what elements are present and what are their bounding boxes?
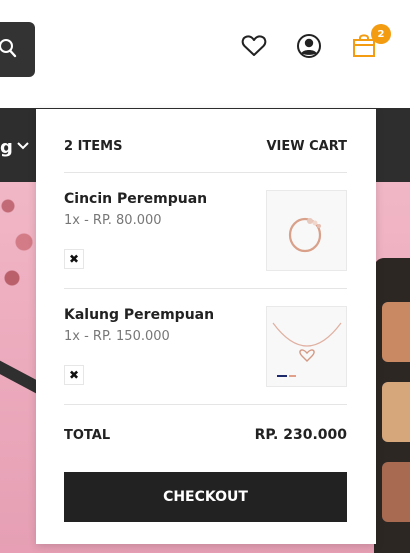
cart-item-qty-price: 1x - RP. 150.000: [64, 329, 170, 344]
cart-item-name[interactable]: Kalung Perempuan: [64, 307, 214, 323]
ring-image: [288, 217, 321, 252]
remove-item-button[interactable]: ✖: [64, 365, 84, 385]
divider: [64, 288, 347, 289]
nav-menu-item-partial[interactable]: g: [0, 137, 13, 158]
mini-cart-header: 2 ITEMS VIEW CART: [64, 139, 347, 154]
cart-item-name[interactable]: Cincin Perempuan: [64, 191, 207, 207]
hero-decor: [382, 462, 410, 522]
hero-decor: [382, 382, 410, 442]
chevron-down-icon: [17, 142, 29, 150]
checkout-button[interactable]: CHECKOUT: [64, 472, 347, 522]
divider: [64, 172, 347, 173]
divider: [64, 404, 347, 405]
cart-item-qty-price: 1x - RP. 80.000: [64, 213, 162, 228]
view-cart-link[interactable]: VIEW CART: [266, 139, 347, 154]
close-icon: ✖: [68, 368, 80, 382]
necklace-image: [272, 322, 341, 377]
items-count-label: 2 ITEMS: [64, 139, 123, 154]
site-header: 2: [0, 0, 410, 108]
search-button[interactable]: [0, 22, 35, 77]
hero-decor: [0, 182, 40, 302]
search-icon: [0, 39, 17, 58]
total-label: TOTAL: [64, 428, 111, 443]
mini-cart-dropdown: 2 ITEMS VIEW CART Cincin Perempuan 1x - …: [36, 109, 376, 544]
cart-item-thumbnail[interactable]: [266, 306, 347, 387]
cart-count-badge: 2: [371, 24, 391, 44]
close-icon: ✖: [68, 252, 80, 266]
hero-decor: [382, 302, 410, 362]
user-icon[interactable]: [297, 34, 321, 58]
cart-item-thumbnail[interactable]: [266, 190, 347, 271]
total-value: RP. 230.000: [254, 427, 347, 443]
remove-item-button[interactable]: ✖: [64, 249, 84, 269]
heart-icon[interactable]: [241, 34, 267, 58]
